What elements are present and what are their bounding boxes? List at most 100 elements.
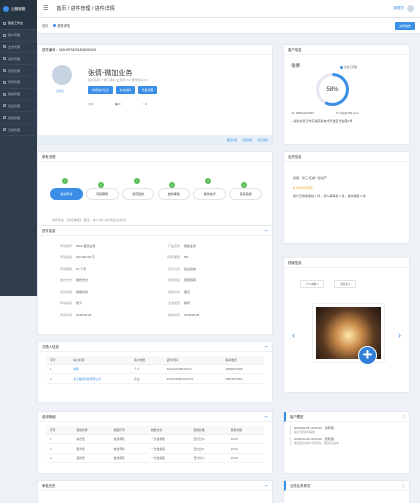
loan-id-header: 进件编号：MGHSFM201806250001 [38,45,272,55]
app-logo[interactable]: 云融钢服 [0,0,37,18]
history-title: 审批历史 ︽ [38,481,272,491]
field-label: 申请时间 [59,312,72,317]
column-header: 费用名称 [72,426,110,435]
table-cell: 91420115MA4L2XXX [162,373,222,384]
loan-info-title: 进件信息 ︽ [38,226,272,236]
co-borrower-title: 共借人信息 ︽ [38,342,272,352]
sidebar-item-1[interactable]: 客户管理 [0,30,37,42]
table-cell[interactable]: 北京菁星科技有限公司 [69,373,131,384]
field-label: 借款用途 [167,278,180,283]
sidebar-item-6[interactable]: 档案管理 [0,89,37,101]
stat-done: ▦ 0 [115,102,121,106]
archive-thumbnail[interactable]: + [313,304,384,365]
archive-category-select[interactable]: 个人资料 ▾ [300,280,325,288]
table-cell: 10.00 [226,443,264,454]
field-label: 产品名称 [167,243,180,248]
flow-step[interactable]: 合同签约 [121,188,155,200]
flow-step-label: 风控审核 [96,192,109,196]
collapse-chevron-icon[interactable]: ︽ [265,483,269,488]
table-cell: 18678070023 [221,373,264,384]
table-cell: 放款审核 [109,453,147,464]
note-icon[interactable]: ▢ [402,484,405,488]
field-label: 审批时间 [167,312,180,317]
table-cell[interactable]: 倪明 [69,364,131,375]
flow-step[interactable]: 贷款完成 [229,188,262,200]
field-value: 200,000.00 元 [76,255,95,260]
sidebar-item-3[interactable]: 进件管理 [0,53,37,66]
summary-approvals: 客户已授信审批 1 件，待人审审批 1 件，放款审批 0 件 [293,194,367,198]
collapse-chevron-icon[interactable]: ︽ [265,344,269,349]
loan-info-row: 申请时间 2018-06-25 审批时间 2018-06-26 [50,309,260,321]
loan-info-row: 申请期限 12 个月 还款方式 先息后本 [50,263,260,275]
tab-detail[interactable]: 进件详情 [53,23,70,28]
column-header: 收取方式 [146,426,190,435]
add-file-icon[interactable]: + [358,346,377,365]
menu-icon [3,69,6,73]
prev-arrow-icon[interactable]: ‹ [292,330,295,340]
flow-step[interactable]: 放款执行 [193,188,227,200]
field-label: 放款方式 [59,278,72,283]
flow-step[interactable]: 放款审批 [157,188,191,200]
menu-icon [3,57,6,61]
sidebar-item-9[interactable]: 日常管理 [0,124,37,136]
table-row: 3 其他费 放款审核 一次性收取 百分比% 10.00 [46,453,264,464]
supplement-button[interactable]: 补充资料 [115,86,135,94]
field-value: 受托支付 [76,278,89,283]
table-cell: 其他费 [72,453,110,464]
approve-link[interactable]: 同意审核 [258,138,268,142]
collapse-chevron-icon[interactable]: ︽ [265,228,269,233]
sidebar-item-label: 日常管理 [8,127,21,132]
sidebar-item-5[interactable]: 财务管理 [0,77,37,89]
tab-home[interactable]: 首页 [42,23,48,28]
flow-step-label: 提交申请 [60,192,73,196]
table-cell: 4201020108210440 [162,364,222,375]
table-cell: 3 [46,453,73,464]
add-customer-button[interactable]: 新增客户信息 [88,86,113,94]
sidebar-item-7[interactable]: 贷后管理 [0,101,37,113]
close-tabs-button[interactable]: 关闭操作 [394,21,415,30]
flow-step[interactable]: 风控审核 [85,188,119,200]
table-cell: 个人 [130,364,163,375]
table-row: 2 服务费 放款审核 一次性收取 百分比% 10.00 [46,443,264,454]
archive-type-select[interactable]: 身份证 ▾ [334,280,357,288]
follow-up-title: 客户跟进 ▢ [284,412,409,422]
table-cell: 综合费 [72,434,110,445]
field-label: 申请渠道 [59,301,72,306]
archive-filters: 个人资料 ▾ 身份证 ▾ [300,280,357,288]
avatar-caption: 主办员 [56,90,64,93]
table-cell: 百分比% [189,443,227,454]
co-borrower-card: 共借人信息 ︽ 序号 客户名称 客户类型 证件号码 联系电话 1 倪明 个人 4201020108… [37,341,273,403]
field-label: 利率/期限 [167,255,180,260]
sidebar-item-label: 业务管理 [8,44,21,49]
menu-icon [3,21,6,25]
completion-ring: 58% [316,73,349,106]
sidebar-item-2[interactable]: 业务管理 [0,42,37,54]
summary-guarantee: 担保：张三/东湖一街资产 [293,176,327,180]
next-arrow-icon[interactable]: › [398,330,401,340]
note-icon[interactable]: ▢ [402,415,405,419]
flow-step[interactable]: 提交申请 [50,188,83,200]
sidebar-item-4[interactable]: 风控管理 [0,65,37,77]
loan-info-row: 贷款类型 信用贷款 担保方式 保证 [50,286,260,298]
active-dot-icon [53,24,57,27]
column-header: 联系电话 [221,356,264,365]
sidebar-item-label: 风控管理 [8,68,21,73]
view-flow-button[interactable]: 查看流程 [138,86,158,94]
sidebar-item-8[interactable]: 系统管理 [0,112,37,125]
column-header: 费用金额 [226,426,264,435]
loan-meta: 客户名称 个体工商户 业务员 XX 录件时间 XX [88,78,149,82]
return-link[interactable]: 退回审核 [242,138,252,142]
top-bar: ☰ 首页 / 进件管理 / 进件详情 管理员 [37,0,420,18]
user-menu[interactable]: 管理员 [394,5,414,12]
withdraw-link[interactable]: 撤回审核 [227,138,237,142]
menu-toggle-icon[interactable]: ☰ [43,5,48,12]
collapse-chevron-icon[interactable]: ︽ [265,414,269,419]
table-cell: 放款审核 [109,443,147,454]
follow-up-text: 客户有借款需求 [294,430,316,434]
co-borrower-table: 序号 客户名称 客户类型 证件号码 联系电话 1 倪明 个人 4201020108210440 1… [46,356,264,384]
field-value: 经营周转 [184,278,197,283]
table-cell: 服务费 [72,443,110,454]
sidebar-item-0[interactable]: 我的工作台 [0,18,37,30]
field-value: 8% [184,255,189,260]
menu-icon [3,116,6,120]
